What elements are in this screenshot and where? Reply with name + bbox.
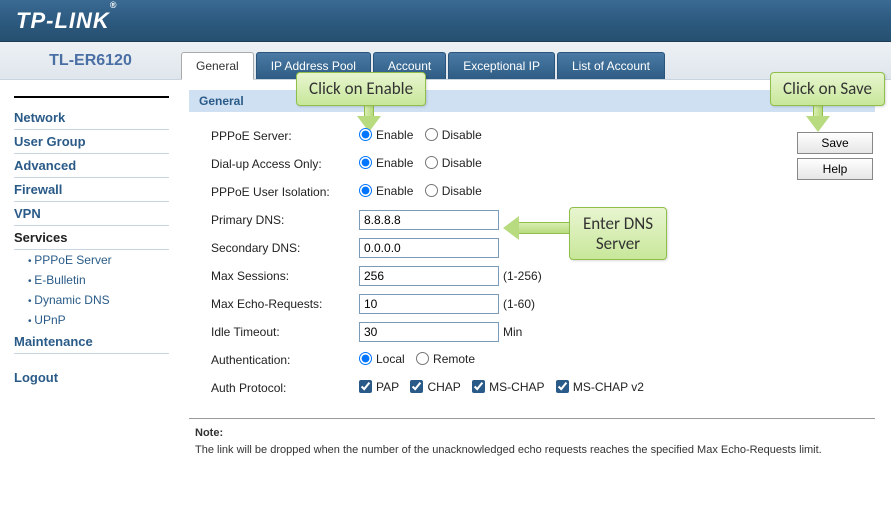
note-title: Note: (195, 427, 223, 439)
radio-auth-local-input[interactable] (359, 352, 372, 365)
note-body: The link will be dropped when the number… (195, 444, 822, 456)
brand-logo: TP-LINK® (16, 8, 117, 34)
check-pap[interactable]: PAP (359, 380, 399, 394)
content-area: Click on Enable Click on Save General Sa… (181, 80, 891, 486)
radio-pppoe-disable[interactable]: Disable (425, 128, 482, 142)
sidebar-item-firewall[interactable]: Firewall (14, 178, 169, 202)
check-mschapv2-input[interactable] (556, 380, 569, 393)
radio-auth-remote[interactable]: Remote (416, 352, 475, 366)
note-block: Note: The link will be dropped when the … (189, 425, 875, 470)
sidebar-divider (14, 96, 169, 98)
label-authentication: Authentication: (211, 353, 359, 367)
radio-auth-remote-input[interactable] (416, 352, 429, 365)
label-secondary-dns: Secondary DNS: (211, 241, 359, 255)
hint-max-sessions: (1-256) (503, 269, 542, 283)
sidebar-item-maintenance[interactable]: Maintenance (14, 330, 169, 354)
hint-max-echo: (1-60) (503, 297, 535, 311)
input-max-echo[interactable] (359, 294, 499, 314)
sidebar-item-network[interactable]: Network (14, 106, 169, 130)
tab-general[interactable]: General (181, 52, 254, 80)
label-user-isolation: PPPoE User Isolation: (211, 185, 359, 199)
radio-isolation-disable[interactable]: Disable (425, 184, 482, 198)
radio-dialup-disable[interactable]: Disable (425, 156, 482, 170)
label-primary-dns: Primary DNS: (211, 213, 359, 227)
label-auth-protocol: Auth Protocol: (211, 381, 359, 395)
check-chap[interactable]: CHAP (410, 380, 460, 394)
hint-idle-timeout: Min (503, 325, 522, 339)
label-max-sessions: Max Sessions: (211, 269, 359, 283)
model-label: TL-ER6120 (0, 52, 181, 70)
input-max-sessions[interactable] (359, 266, 499, 286)
callout-dns-arrow-tail (519, 222, 569, 234)
check-pap-input[interactable] (359, 380, 372, 393)
sidebar-sub-e-bulletin[interactable]: E-Bulletin (14, 270, 169, 290)
input-secondary-dns[interactable] (359, 238, 499, 258)
check-chap-input[interactable] (410, 380, 423, 393)
callout-enable: Click on Enable (296, 72, 426, 106)
label-dial-up: Dial-up Access Only: (211, 157, 359, 171)
radio-dialup-disable-input[interactable] (425, 156, 438, 169)
tab-exceptional-ip[interactable]: Exceptional IP (448, 52, 555, 79)
radio-pppoe-disable-input[interactable] (425, 128, 438, 141)
sidebar-sub-upnp[interactable]: UPnP (14, 310, 169, 330)
label-max-echo: Max Echo-Requests: (211, 297, 359, 311)
sidebar-item-advanced[interactable]: Advanced (14, 154, 169, 178)
radio-auth-local[interactable]: Local (359, 352, 405, 366)
callout-dns: Enter DNSServer (569, 207, 667, 260)
radio-isolation-enable[interactable]: Enable (359, 184, 413, 198)
radio-isolation-disable-input[interactable] (425, 184, 438, 197)
check-mschap-input[interactable] (472, 380, 485, 393)
radio-pppoe-enable[interactable]: Enable (359, 128, 413, 142)
form-area: PPPoE Server: Enable Disable Dial-up Acc… (189, 112, 875, 412)
sidebar: Network User Group Advanced Firewall VPN… (0, 80, 181, 486)
sidebar-item-user-group[interactable]: User Group (14, 130, 169, 154)
sidebar-item-services[interactable]: Services (14, 226, 169, 250)
radio-dialup-enable[interactable]: Enable (359, 156, 413, 170)
app-header: TP-LINK® (0, 0, 891, 42)
radio-pppoe-enable-input[interactable] (359, 128, 372, 141)
label-pppoe-server: PPPoE Server: (211, 129, 359, 143)
label-idle-timeout: Idle Timeout: (211, 325, 359, 339)
radio-dialup-enable-input[interactable] (359, 156, 372, 169)
check-mschap[interactable]: MS-CHAP (472, 380, 544, 394)
sidebar-sub-pppoe-server[interactable]: PPPoE Server (14, 250, 169, 270)
sidebar-item-logout[interactable]: Logout (14, 366, 169, 389)
check-mschapv2[interactable]: MS-CHAP v2 (556, 380, 644, 394)
input-primary-dns[interactable] (359, 210, 499, 230)
sidebar-sub-dynamic-dns[interactable]: Dynamic DNS (14, 290, 169, 310)
sub-header: TL-ER6120 General IP Address Pool Accoun… (0, 42, 891, 80)
sidebar-item-vpn[interactable]: VPN (14, 202, 169, 226)
divider (189, 418, 875, 419)
callout-save: Click on Save (770, 72, 885, 106)
tab-list-of-account[interactable]: List of Account (557, 52, 665, 79)
radio-isolation-enable-input[interactable] (359, 184, 372, 197)
input-idle-timeout[interactable] (359, 322, 499, 342)
callout-dns-arrow-head (503, 216, 519, 240)
